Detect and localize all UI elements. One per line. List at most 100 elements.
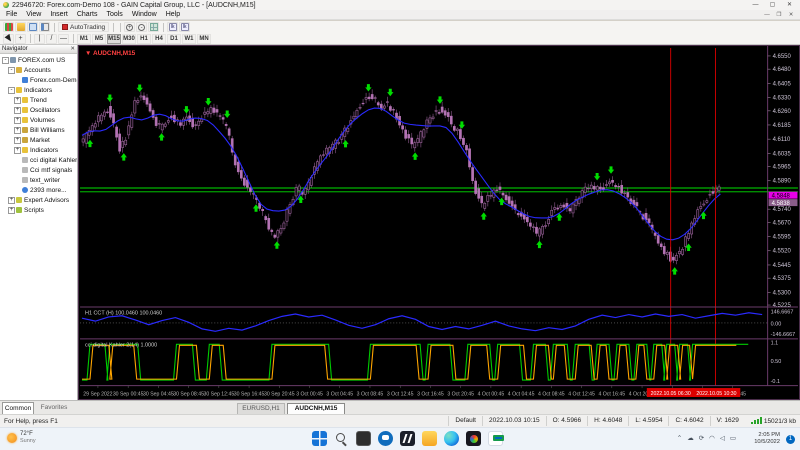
- menu-window[interactable]: Window: [132, 11, 157, 18]
- tree-item-bill-williams[interactable]: +Bill Williams: [0, 125, 77, 135]
- maximize-icon[interactable]: ▢: [764, 0, 781, 10]
- tree-item-forex-com-demo-108[interactable]: Forex.com-Demo 108: [0, 75, 77, 85]
- crosshair-tool-button[interactable]: +: [15, 34, 26, 44]
- expander-plus-icon[interactable]: +: [8, 197, 15, 204]
- menu-charts[interactable]: Charts: [77, 11, 98, 18]
- photos-app-icon[interactable]: [466, 431, 481, 446]
- timeframe-m5-button[interactable]: M5: [92, 34, 106, 44]
- menu-help[interactable]: Help: [166, 11, 180, 18]
- timeframe-m15-button[interactable]: M15: [107, 34, 121, 44]
- notepad-app-icon[interactable]: [400, 431, 415, 446]
- navigator-button[interactable]: [39, 22, 50, 32]
- chart-canvas[interactable]: 4.65504.64804.64054.63304.62604.61854.61…: [79, 46, 799, 399]
- status-profile[interactable]: Default: [448, 416, 482, 426]
- tree-item-indicators[interactable]: +Indicators: [0, 145, 77, 155]
- market-watch-button[interactable]: [27, 22, 38, 32]
- periods-button[interactable]: lk: [179, 22, 190, 32]
- tree-item-expert-advisors[interactable]: + Expert Advisors: [0, 195, 77, 205]
- vertical-line-tool-button[interactable]: |: [34, 34, 45, 44]
- expander-plus-icon[interactable]: +: [14, 127, 21, 134]
- child-minimize-icon[interactable]: —: [761, 10, 773, 20]
- autotrading-label: AutoTrading: [70, 24, 105, 31]
- tree-item-label: Expert Advisors: [24, 197, 69, 204]
- child-close-icon[interactable]: ✕: [785, 10, 797, 20]
- taskview-app-icon[interactable]: [356, 431, 371, 446]
- volume-icon[interactable]: ◁: [720, 434, 725, 444]
- chart-window[interactable]: 4.65504.64804.64054.63304.62604.61854.61…: [78, 45, 800, 400]
- forex-app-icon[interactable]: [488, 431, 503, 446]
- onedrive-cloud-icon[interactable]: ☁: [687, 434, 694, 444]
- explorer-app-icon[interactable]: [422, 431, 437, 446]
- tree-item-2393-more-[interactable]: 2393 more...: [0, 185, 77, 195]
- minimize-icon[interactable]: —: [747, 0, 764, 10]
- svg-text:4.5300: 4.5300: [773, 290, 792, 296]
- new-chart-button[interactable]: [3, 22, 14, 32]
- battery-icon[interactable]: ▭: [730, 434, 736, 444]
- candlesticks: [82, 89, 720, 264]
- taskbar-clock[interactable]: 2:05 PM 10/5/2022: [754, 432, 780, 446]
- tray-chevron-icon[interactable]: ⌃: [677, 434, 682, 444]
- expander-plus-icon[interactable]: +: [14, 97, 21, 104]
- tree-item-cci-mtf-signals[interactable]: Cci mtf signals: [0, 165, 77, 175]
- timeframe-m1-button[interactable]: M1: [77, 34, 91, 44]
- svg-text:3 Oct 16:45: 3 Oct 16:45: [417, 392, 444, 398]
- tree-item-accounts[interactable]: -Accounts: [0, 65, 77, 75]
- menu-file[interactable]: File: [6, 11, 17, 18]
- tree-item-market[interactable]: +Market: [0, 135, 77, 145]
- indicator1-axis: 146.66670.00-146.6667: [771, 309, 796, 337]
- indicators-button[interactable]: lk: [167, 22, 178, 32]
- trendline-tool-button[interactable]: /: [46, 34, 57, 44]
- sync-icon[interactable]: ⟳: [699, 434, 704, 444]
- timeframe-mn-button[interactable]: MN: [197, 34, 211, 44]
- timeframe-d1-button[interactable]: D1: [167, 34, 181, 44]
- horizontal-line-tool-button[interactable]: —: [58, 34, 69, 44]
- tree-item-label: FOREX.com US: [18, 57, 65, 64]
- menu-insert[interactable]: Insert: [50, 11, 68, 18]
- ea-icon: [16, 197, 22, 203]
- search-app-icon[interactable]: [334, 431, 349, 446]
- profiles-button[interactable]: [15, 22, 26, 32]
- zoom-out-button[interactable]: -: [136, 22, 147, 32]
- close-icon[interactable]: ✕: [781, 0, 798, 10]
- timeframe-m30-button[interactable]: M30: [122, 34, 136, 44]
- expander-plus-icon[interactable]: +: [14, 137, 21, 144]
- menu-tools[interactable]: Tools: [106, 11, 122, 18]
- cursor-tool-button[interactable]: [3, 34, 14, 44]
- tile-windows-button[interactable]: [148, 22, 159, 32]
- child-restore-icon[interactable]: ❐: [773, 10, 785, 20]
- timeframe-h4-button[interactable]: H4: [152, 34, 166, 44]
- tree-item-forex-com-us[interactable]: - FOREX.com US: [0, 55, 77, 65]
- timeframe-w1-button[interactable]: W1: [182, 34, 196, 44]
- navigator-tab-common[interactable]: Common: [2, 402, 34, 414]
- svg-text:4 Oct 16:45: 4 Oct 16:45: [598, 392, 625, 398]
- expander-plus-icon[interactable]: +: [14, 147, 21, 154]
- expander-minus-icon[interactable]: -: [2, 57, 9, 64]
- wifi-icon[interactable]: ◠: [709, 434, 715, 444]
- svg-text:3 Oct 20:45: 3 Oct 20:45: [447, 392, 474, 398]
- tree-item-text-writer[interactable]: text_writer: [0, 175, 77, 185]
- navigator-close-icon[interactable]: ✕: [70, 46, 75, 52]
- tree-spacer: [14, 77, 21, 84]
- chat-app-icon[interactable]: [378, 431, 393, 446]
- autotrading-button[interactable]: AutoTrading: [58, 22, 109, 32]
- tree-item-cci-digital-kahler-2[interactable]: cci digital Kahler 2: [0, 155, 77, 165]
- expander-minus-icon[interactable]: -: [8, 67, 15, 74]
- expander-plus-icon[interactable]: +: [14, 107, 21, 114]
- edge-app-icon[interactable]: [444, 431, 459, 446]
- weather-widget[interactable]: 72°F Sunny: [7, 431, 36, 445]
- tree-item-indicators[interactable]: -Indicators: [0, 85, 77, 95]
- timeframe-h1-button[interactable]: H1: [137, 34, 151, 44]
- notification-badge[interactable]: 1: [786, 435, 795, 444]
- tree-item-trend[interactable]: +Trend: [0, 95, 77, 105]
- tree-item-scripts[interactable]: +Scripts: [0, 205, 77, 215]
- menu-view[interactable]: View: [26, 11, 41, 18]
- expander-minus-icon[interactable]: -: [8, 87, 15, 94]
- expander-plus-icon[interactable]: +: [14, 117, 21, 124]
- tree-item-volumes[interactable]: +Volumes: [0, 115, 77, 125]
- navigator-tab-favorites[interactable]: Favorites: [36, 402, 72, 414]
- start-app-icon[interactable]: [312, 431, 327, 446]
- zoom-in-button[interactable]: +: [124, 22, 135, 32]
- indicator-icon: [22, 107, 28, 113]
- tree-item-oscillators[interactable]: +Oscillators: [0, 105, 77, 115]
- expander-plus-icon[interactable]: +: [8, 207, 15, 214]
